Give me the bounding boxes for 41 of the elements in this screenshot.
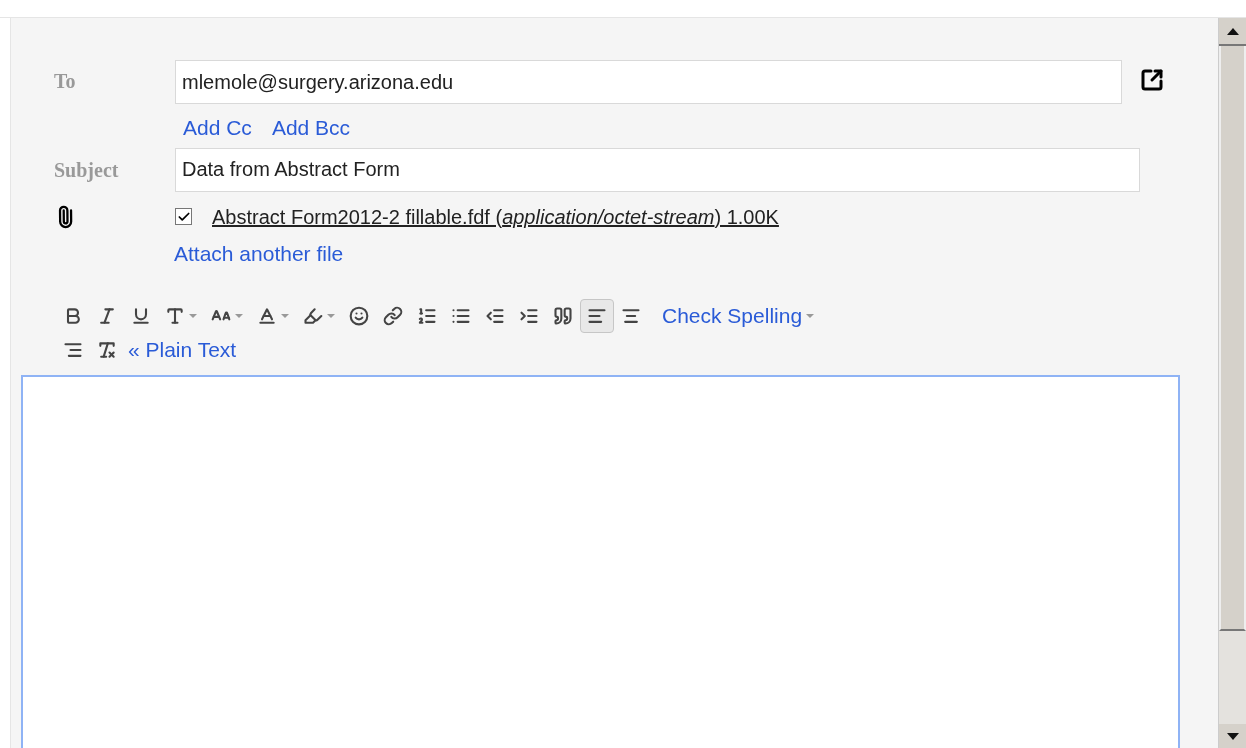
plain-text-link[interactable]: « Plain Text [128, 334, 237, 366]
down-arrow-icon [1226, 732, 1239, 740]
attachment-checkbox[interactable] [175, 208, 192, 225]
clear-formatting-icon [97, 340, 117, 360]
attachment-link[interactable]: Abstract Form2012-2 fillable.fdf (application/octet-stream) 1.00K [212, 201, 779, 232]
add-bcc-link[interactable]: Add Bcc [271, 112, 351, 144]
caret-icon [235, 314, 243, 318]
scroll-thumb[interactable] [1219, 46, 1246, 631]
subject-label: Subject [53, 157, 120, 184]
attach-file-link[interactable]: Attach another file [174, 237, 344, 269]
indent-less-icon [485, 306, 505, 326]
caret-icon [189, 314, 197, 318]
popout-icon[interactable] [1140, 68, 1164, 92]
underline-icon [131, 306, 151, 326]
subject-field[interactable]: Data from Abstract Form [175, 147, 1140, 192]
scrollbar[interactable] [1218, 18, 1246, 748]
numbered-list-icon [417, 306, 437, 326]
toolbar-button[interactable] [580, 299, 614, 333]
text-color-icon [257, 306, 277, 326]
align-left-icon [587, 306, 607, 326]
font-icon [165, 306, 185, 326]
align-right-icon [63, 340, 83, 360]
to-field[interactable]: mlemole@surgery.arizona.edu [175, 60, 1122, 104]
caret-icon [806, 314, 815, 318]
caret-icon [327, 314, 335, 318]
message-body-field[interactable] [21, 375, 1180, 748]
check-spelling-button[interactable]: Check Spelling [662, 300, 815, 332]
bulleted-list-icon [451, 306, 471, 326]
quote-icon [553, 306, 573, 326]
caret-icon [281, 314, 289, 318]
italic-icon [97, 306, 117, 326]
up-arrow-icon [1226, 27, 1239, 35]
scroll-up-button[interactable] [1219, 18, 1246, 46]
indent-more-icon [519, 306, 539, 326]
smiley-icon [349, 306, 369, 326]
scroll-down-button[interactable] [1219, 724, 1246, 748]
align-center-icon [621, 306, 641, 326]
add-cc-link[interactable]: Add Cc [183, 112, 252, 144]
highlight-icon [303, 306, 323, 326]
to-label: To [53, 69, 77, 94]
link-icon [383, 306, 403, 326]
